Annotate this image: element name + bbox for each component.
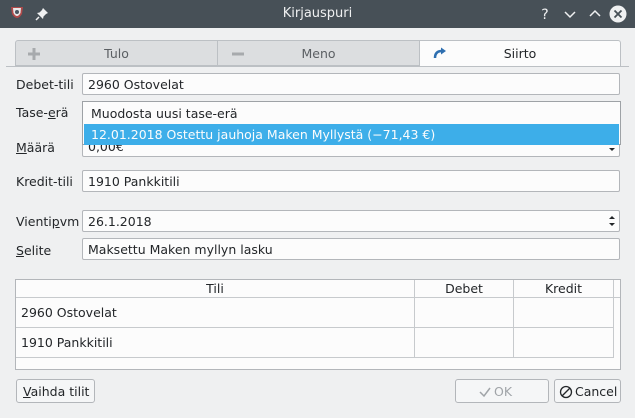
dropdown-option-highlighted[interactable]: 12.01.2018 Ostettu jauhoja Maken Myllyst… [84, 124, 619, 145]
column-header-debet[interactable]: Debet [415, 280, 514, 298]
minimize-icon[interactable] [561, 5, 579, 23]
selite-label: Selite [16, 243, 52, 258]
swap-accounts-button[interactable]: Vaihda tilit [16, 379, 95, 403]
description-field[interactable]: Maksettu Maken myllyn lasku [82, 238, 620, 260]
table-cell[interactable]: 2960 Ostovelat [16, 298, 415, 328]
description-value: Maksettu Maken myllyn lasku [88, 242, 273, 257]
kredit-label: Kredit-tili [16, 174, 73, 189]
table-cell[interactable] [514, 298, 614, 328]
tab-tulo[interactable]: Tulo [15, 40, 218, 66]
tab-bar: Tulo Meno Siirto [15, 40, 621, 67]
checkmark-icon [479, 387, 491, 398]
tab-label: Meno [301, 46, 336, 61]
date-value: 26.1.2018 [88, 214, 152, 229]
table-cell[interactable] [415, 328, 514, 358]
dropdown-option-new[interactable]: Muodosta uusi tase-erä [84, 103, 619, 124]
table-row[interactable]: 1910 Pankkitili [16, 328, 614, 358]
close-icon[interactable] [609, 5, 627, 23]
entries-table: Tili Debet Kredit 2960 Ostovelat 1910 Pa… [15, 279, 621, 370]
column-header-tili[interactable]: Tili [16, 280, 415, 298]
debet-account-field[interactable]: 2960 Ostovelat [82, 73, 620, 95]
column-header-kredit[interactable]: Kredit [514, 280, 614, 298]
table-cell[interactable] [514, 328, 614, 358]
title-bar: Kirjauspuri ? [0, 0, 635, 28]
tase-era-dropdown[interactable]: Muodosta uusi tase-erä 12.01.2018 Ostett… [82, 101, 621, 145]
date-spin-icon[interactable] [606, 212, 618, 230]
kredit-account-value: 1910 Pankkitili [88, 174, 180, 189]
table-cell[interactable] [415, 298, 514, 328]
date-label: Vientipvm [16, 214, 80, 229]
maara-label: Määrä [16, 140, 55, 155]
tab-meno[interactable]: Meno [217, 40, 420, 66]
tab-label: Siirto [503, 46, 537, 61]
table-header: Tili Debet Kredit [16, 280, 620, 298]
cancel-icon [559, 385, 573, 399]
ok-button[interactable]: OK [455, 379, 549, 403]
date-field[interactable]: 26.1.2018 [82, 210, 620, 232]
table-cell[interactable]: 1910 Pankkitili [16, 328, 415, 358]
kredit-account-field[interactable]: 1910 Pankkitili [82, 170, 620, 192]
table-row[interactable]: 2960 Ostovelat [16, 298, 614, 328]
tase-era-label: Tase-erä [16, 105, 69, 120]
help-icon[interactable]: ? [536, 5, 554, 23]
debet-account-value: 2960 Ostovelat [88, 77, 184, 92]
debet-label: Debet-tili [16, 77, 74, 92]
maximize-icon[interactable] [586, 5, 604, 23]
svg-text:?: ? [541, 7, 548, 23]
tab-label: Tulo [104, 46, 129, 61]
tab-siirto[interactable]: Siirto [419, 40, 621, 67]
cancel-button[interactable]: Cancel [554, 379, 621, 403]
